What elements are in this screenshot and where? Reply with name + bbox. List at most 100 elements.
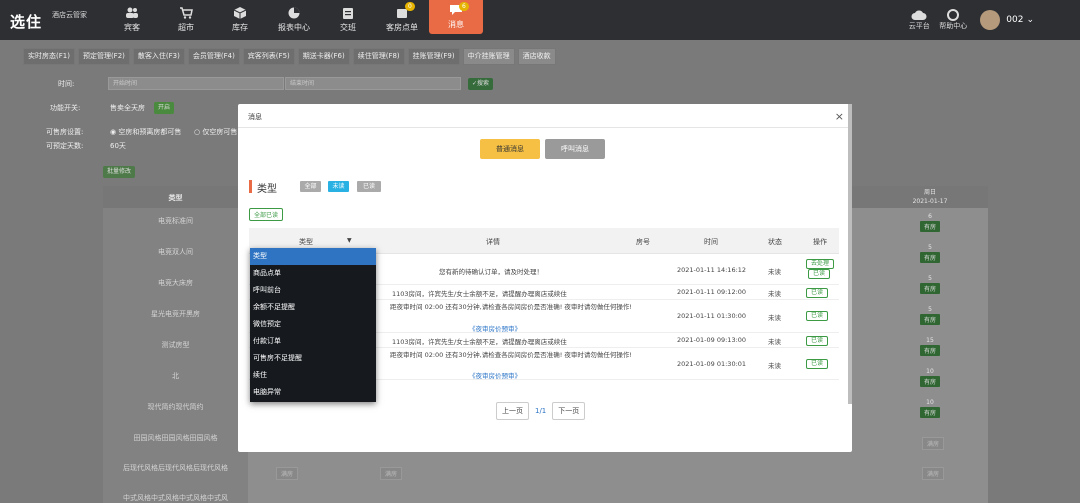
user-name: 002 [1006, 15, 1024, 25]
row-status: 未读 [768, 268, 781, 276]
top-bar: 选住 酒店云管家 宾客 超市 库存 报表中心 交班 0 客房点单 6 消息 云平… [0, 0, 1080, 40]
room-type-row: 中式风格中式风格中式风格中式风 [123, 494, 228, 502]
cloud-icon [911, 10, 927, 20]
dialog-header: 消息 × [238, 104, 852, 128]
dropdown-item[interactable]: 电脑异常 [250, 384, 376, 401]
nav-cloud[interactable]: 云平台 [902, 9, 936, 31]
switch-label: 功能开关: [50, 104, 81, 112]
tab-booking[interactable]: 预定管理(F2) [77, 48, 130, 65]
prev-page-button[interactable]: 上一页 [496, 402, 529, 420]
room-orders-badge: 0 [405, 2, 415, 11]
nav-market-label: 超市 [178, 23, 194, 32]
tab-extend[interactable]: 续住管理(F8) [352, 48, 405, 65]
nav-shift[interactable]: 交班 [321, 0, 375, 40]
dropdown-item[interactable]: 付款订单 [250, 333, 376, 350]
dropdown-item[interactable]: 续住 [250, 367, 376, 384]
nav-shift-label: 交班 [340, 23, 356, 32]
availability-count: 5 [928, 275, 932, 282]
col-type[interactable]: 类型 [299, 237, 313, 247]
tab-credit[interactable]: 挂账管理(F9) [407, 48, 460, 65]
page-info: 1/1 [535, 407, 547, 415]
sellable-option-1[interactable]: ◉ 空房和预离房都可售 [110, 127, 181, 137]
row-actions: 已读 [806, 359, 829, 369]
tab-realtime[interactable]: 实时房态(F1) [23, 48, 75, 65]
row-time: 2021-01-11 09:12:00 [677, 288, 747, 296]
row-time: 2021-01-09 01:30:01 [677, 360, 747, 368]
switch-toggle[interactable]: 开启 [154, 102, 175, 114]
sellable-option-1-label: 空房和预离房都可售 [118, 128, 182, 136]
dropdown-item[interactable]: 呼叫前台 [250, 282, 376, 299]
search-button[interactable]: ✓搜索 [468, 78, 494, 90]
col-time: 时间 [704, 238, 718, 246]
start-time-input[interactable]: 开始时间 [108, 77, 284, 90]
batch-edit-button[interactable]: 批量修改 [103, 166, 136, 178]
next-page-button[interactable]: 下一页 [552, 402, 586, 420]
dropdown-item[interactable]: 可售房不足提醒 [250, 350, 376, 367]
nav-reports[interactable]: 报表中心 [267, 0, 321, 40]
mark-read-button[interactable]: 已读 [806, 311, 829, 321]
handle-button[interactable]: 去处理 [806, 259, 835, 269]
dropdown-item[interactable]: 商品点单 [250, 265, 376, 282]
night-audit-link[interactable]: 《夜审房价预审》 [469, 323, 521, 333]
nav-cloud-label: 云平台 [908, 22, 930, 30]
nav-guests-label: 宾客 [124, 23, 140, 32]
tab-agency-credit[interactable]: 中介挂账管理 [462, 48, 515, 65]
nav-messages-label: 消息 [448, 20, 464, 29]
dialog-scrollbar[interactable] [848, 104, 852, 404]
availability-count: 15 [926, 337, 934, 344]
availability-cell[interactable]: 5 有房 [900, 244, 960, 263]
close-icon[interactable]: × [835, 110, 844, 123]
tab-guest-list[interactable]: 宾客列表(F5) [242, 48, 295, 65]
dropdown-item[interactable]: 类型 [250, 248, 376, 265]
availability-cell[interactable]: 5 有房 [900, 306, 960, 325]
filter-unread[interactable]: 未读 [328, 181, 349, 192]
available-badge: 有房 [919, 252, 940, 263]
app-logo: 选住 [10, 13, 43, 31]
mark-all-read-button[interactable]: 全部已读 [249, 208, 284, 221]
normal-messages-button[interactable]: 普通消息 [480, 139, 540, 159]
tab-members[interactable]: 会员管理(F4) [187, 48, 240, 65]
availability-count: 10 [926, 368, 934, 375]
availability-cell[interactable]: 6 有房 [900, 213, 960, 232]
full-badge: 满房 [922, 437, 945, 450]
nav-market[interactable]: 超市 [159, 0, 213, 40]
user-menu[interactable]: 002 ⌄ [980, 10, 1034, 30]
row-detail: 1103房间，许宾先生/女士余额不足，请提醒办理离店或续住 [392, 290, 567, 298]
box-icon [233, 7, 247, 19]
nav-guests[interactable]: 宾客 [105, 0, 159, 40]
night-audit-link[interactable]: 《夜审房价预审》 [469, 370, 521, 380]
end-time-input[interactable]: 结束时间 [285, 77, 461, 90]
availability-cell[interactable]: 10 有房 [900, 399, 960, 418]
tab-payments[interactable]: 酒店收款 [517, 48, 556, 65]
app-logo-subtitle: 酒店云管家 [52, 11, 87, 19]
room-type-row: 星光电竞开黑房 [151, 310, 200, 318]
time-label: 时间: [58, 80, 75, 88]
row-actions: 去处理 已读 [806, 259, 835, 279]
mark-read-button[interactable]: 已读 [806, 288, 829, 298]
days-label: 可预定天数: [46, 142, 84, 150]
nav-inventory[interactable]: 库存 [213, 0, 267, 40]
nav-reports-label: 报表中心 [278, 23, 310, 32]
filter-all[interactable]: 全部 [300, 181, 321, 192]
sellable-label: 可售房设置: [46, 128, 84, 136]
nav-help[interactable]: 帮助中心 [936, 9, 970, 31]
sellable-option-2[interactable]: ○ 仅空房可售 [194, 127, 237, 137]
tab-card[interactable]: 期送卡器(F6) [297, 48, 350, 65]
mark-read-button[interactable]: 已读 [808, 269, 831, 279]
call-messages-button[interactable]: 呼叫消息 [545, 139, 605, 159]
mark-read-button[interactable]: 已读 [806, 336, 829, 346]
availability-cell[interactable]: 15 有房 [900, 337, 960, 356]
nav-messages[interactable]: 6 消息 [429, 0, 483, 34]
tab-walkin[interactable]: 散客入住(F3) [132, 48, 185, 65]
availability-cell[interactable]: 5 有房 [900, 275, 960, 294]
mark-read-button[interactable]: 已读 [806, 359, 829, 369]
filter-read[interactable]: 已读 [357, 181, 381, 192]
dropdown-item[interactable]: 余额不足提醒 [250, 299, 376, 316]
nav-room-orders[interactable]: 0 客房点单 [375, 0, 429, 40]
sort-caret-icon[interactable]: ▼ [347, 237, 352, 244]
row-status: 未读 [768, 314, 781, 322]
row-time: 2021-01-09 09:13:00 [677, 336, 747, 344]
dropdown-item[interactable]: 微信预定 [250, 316, 376, 333]
availability-cell[interactable]: 10 有房 [900, 368, 960, 387]
room-type-row: 测试房型 [161, 341, 190, 349]
